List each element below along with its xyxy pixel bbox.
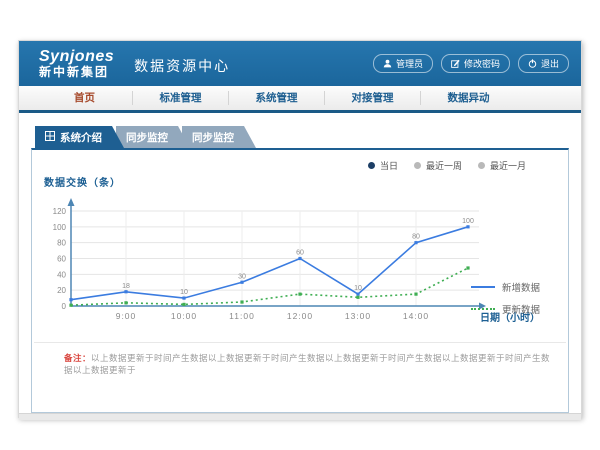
power-icon xyxy=(528,59,537,68)
radio-dot xyxy=(414,162,421,169)
svg-text:60: 60 xyxy=(296,250,304,257)
app-header: Synjones 新中新集团 数据资源中心 管理员 修改密码 xyxy=(19,41,581,86)
radio-option-0[interactable]: 当日 xyxy=(368,159,398,172)
svg-text:20: 20 xyxy=(57,286,66,295)
footnote-text: 以上数据更新于时间产生数据以上数据更新于时间产生数据以上数据更新于时间产生数据以… xyxy=(64,353,550,375)
tab-0[interactable]: 系统介绍 xyxy=(35,126,124,148)
radio-label: 最近一月 xyxy=(490,159,526,172)
logout-label: 退出 xyxy=(541,57,559,70)
tab-label: 同步监控 xyxy=(126,130,168,145)
svg-text:60: 60 xyxy=(57,255,66,264)
svg-text:120: 120 xyxy=(53,207,67,216)
radio-option-2[interactable]: 最近一月 xyxy=(478,159,526,172)
tab-label: 同步监控 xyxy=(192,130,234,145)
panel-divider xyxy=(34,342,566,343)
user-icon xyxy=(383,59,392,68)
nav-item-2[interactable]: 系统管理 xyxy=(229,91,325,105)
svg-text:0: 0 xyxy=(62,302,67,311)
svg-text:80: 80 xyxy=(412,234,420,241)
legend-line-sample xyxy=(471,286,495,288)
svg-text:30: 30 xyxy=(238,273,246,280)
nav-item-4[interactable]: 数据异动 xyxy=(421,91,516,105)
footnote: 备注：以上数据更新于时间产生数据以上数据更新于时间产生数据以上数据更新于时间产生… xyxy=(64,352,558,376)
header-actions: 管理员 修改密码 退出 xyxy=(373,54,569,73)
line-chart: 0 20 40 60 80 100 120 9:00 10:00 11:00 12:00 13:00 1… xyxy=(42,192,542,344)
svg-text:80: 80 xyxy=(57,239,66,248)
radio-dot xyxy=(478,162,485,169)
change-password-button[interactable]: 修改密码 xyxy=(441,54,510,73)
svg-text:10: 10 xyxy=(180,289,188,296)
nav-item-3[interactable]: 对接管理 xyxy=(325,91,421,105)
svg-text:12:00: 12:00 xyxy=(287,311,313,321)
svg-text:11:00: 11:00 xyxy=(229,311,255,321)
app-window: Synjones 新中新集团 数据资源中心 管理员 修改密码 xyxy=(18,40,582,418)
tab-bar: 系统介绍 同步监控 同步监控 xyxy=(35,126,581,148)
svg-text:13:00: 13:00 xyxy=(345,311,371,321)
radio-option-1[interactable]: 最近一周 xyxy=(414,159,462,172)
legend-label: 更新数据 xyxy=(502,302,540,316)
tab-label: 系统介绍 xyxy=(60,130,102,145)
footnote-prefix: 备注： xyxy=(64,353,91,363)
logo-wordmark: Synjones xyxy=(39,49,114,66)
chart-area: 0 20 40 60 80 100 120 9:00 10:00 11:00 12:00 13:00 1… xyxy=(42,192,562,344)
content-panel: 当日 最近一周 最近一月 数据交换（条） 0 20 40 60 80 100 120 9:00 10… xyxy=(31,148,569,413)
user-button-label: 管理员 xyxy=(396,57,423,70)
radio-label: 当日 xyxy=(380,159,398,172)
legend-item-1: 更新数据 xyxy=(471,302,540,316)
svg-text:18: 18 xyxy=(122,283,130,290)
svg-text:10:00: 10:00 xyxy=(171,311,197,321)
tab-1[interactable]: 同步监控 xyxy=(116,126,190,148)
svg-text:14:00: 14:00 xyxy=(403,311,429,321)
logo-company-name: 新中新集团 xyxy=(39,66,114,79)
chart-legend: 新增数据更新数据 xyxy=(471,280,540,316)
legend-label: 新增数据 xyxy=(502,280,540,294)
radio-label: 最近一周 xyxy=(426,159,462,172)
svg-text:100: 100 xyxy=(53,223,67,232)
tab-2[interactable]: 同步监控 xyxy=(182,126,256,148)
legend-line-sample xyxy=(471,308,495,310)
logout-button[interactable]: 退出 xyxy=(518,54,569,73)
user-button[interactable]: 管理员 xyxy=(373,54,433,73)
svg-text:100: 100 xyxy=(462,218,474,225)
svg-text:40: 40 xyxy=(57,270,66,279)
legend-item-0: 新增数据 xyxy=(471,280,540,294)
radio-dot xyxy=(368,162,375,169)
nav-item-1[interactable]: 标准管理 xyxy=(133,91,229,105)
grid-icon xyxy=(45,131,55,144)
logo: Synjones 新中新集团 xyxy=(39,49,114,78)
nav-item-0[interactable]: 首页 xyxy=(37,91,133,105)
y-axis-title: 数据交换（条） xyxy=(44,174,121,189)
edit-icon xyxy=(451,59,460,68)
main-nav: 首页标准管理系统管理对接管理数据异动 xyxy=(19,86,581,113)
app-title: 数据资源中心 xyxy=(134,56,230,76)
svg-text:9:00: 9:00 xyxy=(116,311,137,321)
time-range-filter: 当日 最近一周 最近一月 xyxy=(368,159,526,172)
page: Synjones 新中新集团 数据资源中心 管理员 修改密码 xyxy=(0,0,600,450)
window-footer-bar xyxy=(19,413,581,420)
svg-text:10: 10 xyxy=(354,285,362,292)
change-password-label: 修改密码 xyxy=(464,57,500,70)
